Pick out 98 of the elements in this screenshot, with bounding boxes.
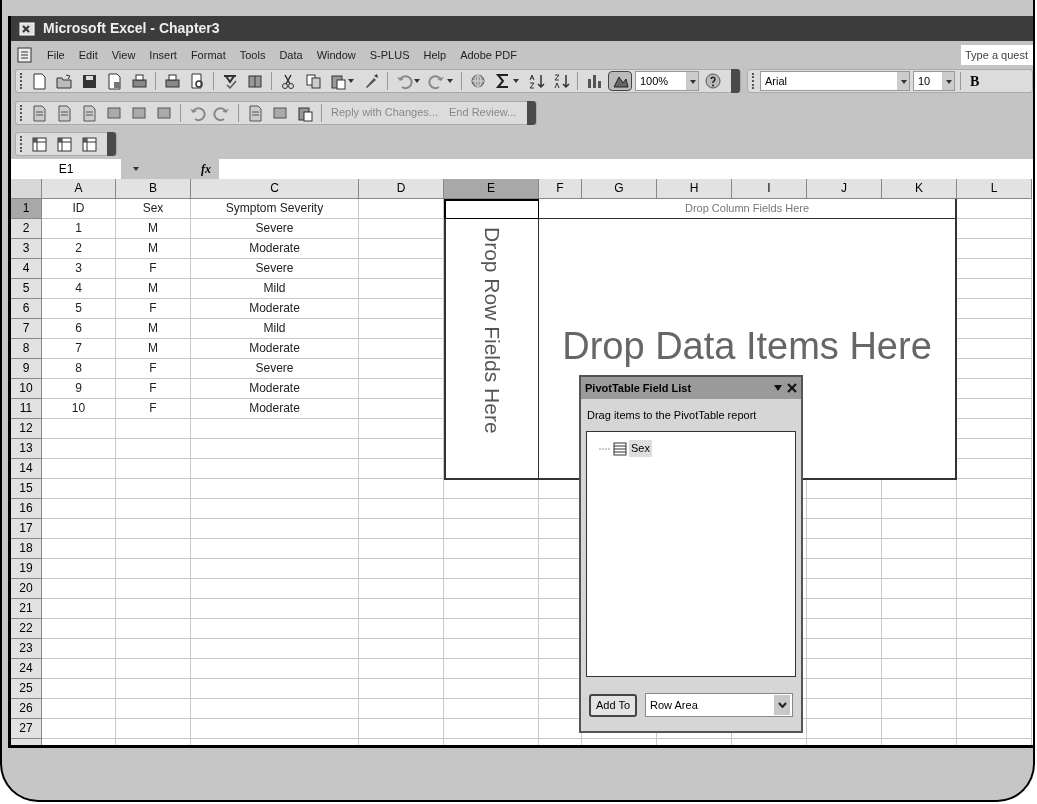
row-header[interactable]: 16 xyxy=(11,499,42,519)
table-cell: M xyxy=(116,279,191,299)
row-drop-area[interactable]: Drop Row Fields Here xyxy=(444,219,540,480)
table-cell: F xyxy=(116,399,191,419)
window-title: Microsoft Excel - Chapter3 xyxy=(43,19,220,39)
row-header[interactable]: 20 xyxy=(11,579,42,599)
row-header[interactable]: 4 xyxy=(11,259,42,279)
row-header[interactable]: 3 xyxy=(11,239,42,259)
table-cell: M xyxy=(116,319,191,339)
row-header[interactable]: 8 xyxy=(11,339,42,359)
column-header[interactable]: D xyxy=(359,179,444,199)
row-header[interactable]: 25 xyxy=(11,679,42,699)
column-header[interactable]: C xyxy=(191,179,359,199)
row-header[interactable]: 6 xyxy=(11,299,42,319)
table-cell: M xyxy=(116,219,191,239)
table-cell: 4 xyxy=(42,279,116,299)
table-cell: ID xyxy=(42,199,116,219)
column-header[interactable]: E xyxy=(444,179,539,199)
table-cell: Moderate xyxy=(191,239,359,259)
row-header[interactable]: 18 xyxy=(11,539,42,559)
row-header[interactable]: 13 xyxy=(11,439,42,459)
name-box[interactable]: E1 xyxy=(11,159,121,179)
menu-item[interactable]: Data xyxy=(279,49,303,61)
add-to-button[interactable]: Add To xyxy=(589,694,638,717)
table-cell: Moderate xyxy=(191,339,359,359)
help-search-field[interactable]: Type a quest xyxy=(961,45,1033,66)
panel-title: PivotTable Field List xyxy=(585,380,693,396)
table-cell: Severe xyxy=(191,219,359,239)
row-header[interactable]: 7 xyxy=(11,319,42,339)
row-header[interactable]: 17 xyxy=(11,519,42,539)
menu-item[interactable]: Adobe PDF xyxy=(460,49,518,61)
row-header[interactable]: 2 xyxy=(11,219,42,239)
table-cell: F xyxy=(116,379,191,399)
column-drop-area[interactable]: Drop Column Fields Here xyxy=(539,199,957,220)
menu-item[interactable]: Edit xyxy=(78,49,98,61)
row-header[interactable]: 23 xyxy=(11,639,42,659)
row-header[interactable]: 12 xyxy=(11,419,42,439)
menu-item[interactable]: Tools xyxy=(239,49,266,61)
row-header[interactable]: 24 xyxy=(11,659,42,679)
table-cell: Mild xyxy=(191,319,359,339)
table-cell: Moderate xyxy=(191,399,359,419)
menu-item[interactable]: Insert xyxy=(149,49,177,61)
field-item[interactable]: Sex xyxy=(629,440,652,457)
table-cell: Severe xyxy=(191,359,359,379)
column-header[interactable]: K xyxy=(882,179,957,199)
table-cell: 1 xyxy=(42,219,116,239)
column-header[interactable]: L xyxy=(957,179,1032,199)
menu-item[interactable]: File xyxy=(47,49,65,61)
column-header[interactable]: F xyxy=(539,179,582,199)
column-header[interactable]: I xyxy=(732,179,807,199)
row-header[interactable]: 5 xyxy=(11,279,42,299)
menu-item[interactable]: S-PLUS xyxy=(369,49,410,61)
row-header[interactable]: 9 xyxy=(11,359,42,379)
zoom-combo[interactable]: 100% xyxy=(635,71,699,92)
table-cell: 10 xyxy=(42,399,116,419)
menu-item[interactable]: Window xyxy=(316,49,356,61)
table-cell: F xyxy=(116,299,191,319)
table-cell: Symptom Severity xyxy=(191,199,359,219)
column-header[interactable]: B xyxy=(116,179,191,199)
table-cell: Moderate xyxy=(191,379,359,399)
table-cell: 9 xyxy=(42,379,116,399)
column-header[interactable]: J xyxy=(807,179,882,199)
table-cell: Severe xyxy=(191,259,359,279)
row-header[interactable]: 15 xyxy=(11,479,42,499)
table-cell: M xyxy=(116,339,191,359)
menu-item[interactable]: Help xyxy=(423,49,447,61)
column-header[interactable]: H xyxy=(657,179,732,199)
column-header[interactable]: G xyxy=(582,179,657,199)
table-cell: F xyxy=(116,259,191,279)
font-size-combo[interactable]: 10 xyxy=(913,71,955,92)
table-cell: 3 xyxy=(42,259,116,279)
table-cell: M xyxy=(116,239,191,259)
table-cell: Mild xyxy=(191,279,359,299)
row-header[interactable]: 21 xyxy=(11,599,42,619)
table-cell: F xyxy=(116,359,191,379)
column-header[interactable]: A xyxy=(42,179,116,199)
bold-button[interactable]: B xyxy=(966,70,984,92)
row-header[interactable]: 11 xyxy=(11,399,42,419)
menu-item[interactable]: Format xyxy=(190,49,226,61)
table-cell: 8 xyxy=(42,359,116,379)
table-cell: Moderate xyxy=(191,299,359,319)
menu-item[interactable]: View xyxy=(111,49,136,61)
font-combo[interactable]: Arial xyxy=(760,71,910,92)
row-header[interactable]: 14 xyxy=(11,459,42,479)
table-cell: Sex xyxy=(116,199,191,219)
row-header[interactable]: 10 xyxy=(11,379,42,399)
row-header[interactable]: 1 xyxy=(11,199,42,219)
table-cell: 6 xyxy=(42,319,116,339)
row-header[interactable]: 26 xyxy=(11,699,42,719)
row-header[interactable]: 22 xyxy=(11,619,42,639)
table-cell: 7 xyxy=(42,339,116,359)
table-cell: 2 xyxy=(42,239,116,259)
row-header[interactable]: 27 xyxy=(11,719,42,739)
area-dropdown[interactable]: Row Area xyxy=(645,693,793,718)
row-header[interactable]: 19 xyxy=(11,559,42,579)
function-label: fx xyxy=(201,161,212,179)
panel-instruction: Drag items to the PivotTable report xyxy=(586,408,758,423)
table-cell: 5 xyxy=(42,299,116,319)
